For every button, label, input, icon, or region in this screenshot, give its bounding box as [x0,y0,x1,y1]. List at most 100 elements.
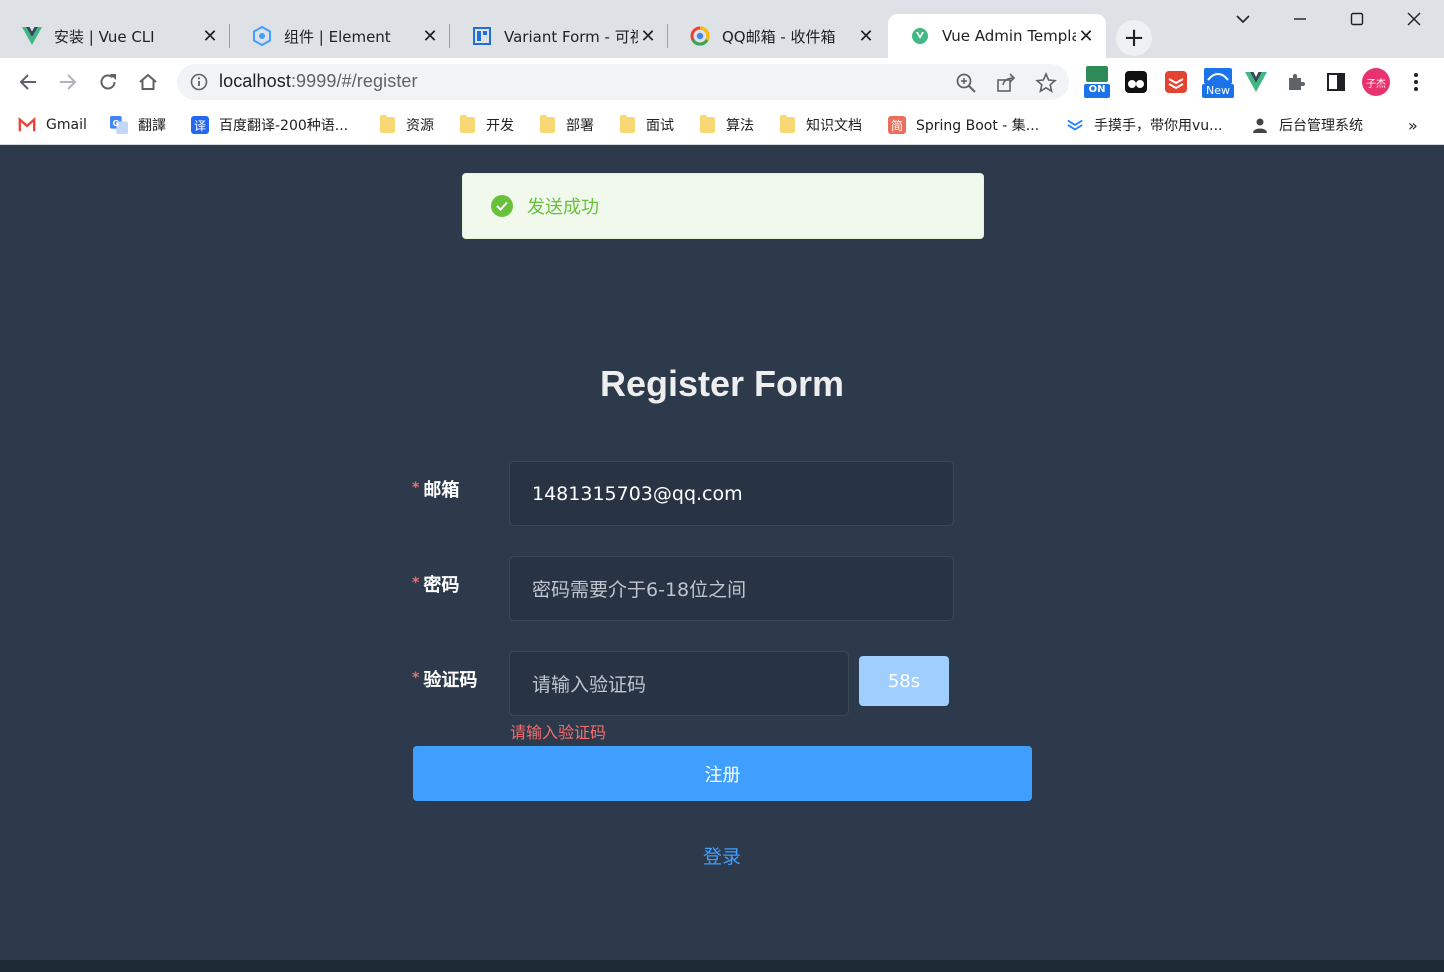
register-page: 发送成功 Register Form * 邮箱 1481315703@qq.com… [0,145,1444,972]
bookmark-folder-dev[interactable]: 开发 [458,112,514,138]
required-mark: * [412,670,420,686]
code-label-text: 验证码 [423,670,478,691]
vue-devtools-icon[interactable] [1244,70,1268,94]
window-close-icon[interactable] [1399,4,1429,34]
site-info-icon[interactable] [189,72,209,92]
code-placeholder: 请输入验证码 [532,674,647,696]
svg-text:G: G [113,118,120,128]
tab-search-chevron-icon[interactable] [1228,4,1258,34]
send-code-countdown-button[interactable]: 58s [859,656,949,706]
tab-title: Vue Admin Templat [942,27,1076,45]
person-icon [1251,116,1269,134]
close-tab-icon[interactable]: ✕ [856,26,876,47]
vue-logo-icon [22,26,42,46]
bookmark-translate[interactable]: G 翻譯 [110,112,166,138]
forward-arrow-icon[interactable] [52,66,84,98]
close-tab-icon[interactable]: ✕ [1076,26,1096,47]
bookmark-label: 手摸手，带你用vu... [1094,118,1223,134]
qq-mail-icon [690,26,710,46]
required-mark: * [412,480,420,496]
extension-new-icon[interactable]: New [1202,68,1234,98]
close-tab-icon[interactable]: ✕ [420,26,440,47]
google-translate-icon: G [110,116,128,134]
bookmark-folder-docs[interactable]: 知识文档 [778,112,862,138]
folder-icon [778,115,796,134]
browser-chrome: 安装 | Vue CLI ✕ 组件 | Element ✕ Variant Fo… [0,0,1444,145]
page-title: Register Form [599,363,845,404]
tab-vue-admin[interactable]: Vue Admin Templat ✕ [888,14,1106,58]
bookmark-baidu-translate[interactable]: 译 百度翻译-200种语... [191,112,348,138]
code-label: * 验证码 [412,666,477,692]
bookmarks-bar: Gmail G 翻譯 译 百度翻译-200种语... 资源 开发 部署 面试 算… [0,106,1444,145]
tab-title: Variant Form - 可视 [504,27,638,46]
required-mark: * [412,575,420,591]
bookmark-folder-resources[interactable]: 资源 [378,112,434,138]
bookmark-label: Gmail [46,117,87,133]
toast-message: 发送成功 [527,197,599,218]
bookmark-folder-interview[interactable]: 面试 [618,112,674,138]
element-logo-icon [252,26,272,46]
password-field[interactable]: 密码需要介于6-18位之间 [509,556,954,621]
folder-icon [538,115,556,134]
extensions-puzzle-icon[interactable] [1284,70,1308,94]
kebab-menu-icon[interactable] [1404,70,1428,94]
bookmark-label: 百度翻译-200种语... [219,118,349,134]
bookmark-folder-algorithm[interactable]: 算法 [698,112,754,138]
bookmark-spring-boot[interactable]: 简 Spring Boot - 集... [888,112,1039,138]
bookmark-label: 开发 [486,118,514,134]
new-tab-button[interactable]: + [1116,20,1152,56]
bookmark-label: 知识文档 [806,118,862,134]
layers-icon [1066,116,1084,134]
bookmark-label: 后台管理系统 [1279,118,1363,134]
tab-strip: 安装 | Vue CLI ✕ 组件 | Element ✕ Variant Fo… [0,0,1444,58]
close-tab-icon[interactable]: ✕ [200,26,220,47]
reload-icon[interactable] [92,66,124,98]
password-label: * 密码 [412,571,459,597]
tab-variant-form[interactable]: Variant Form - 可视 ✕ [450,14,668,58]
maximize-icon[interactable] [1342,4,1372,34]
bookmark-label: 资源 [406,118,434,134]
tab-qq-mail[interactable]: QQ邮箱 - 收件箱 ✕ [668,14,886,58]
email-label: * 邮箱 [412,476,459,502]
bookmark-folder-deploy[interactable]: 部署 [538,112,594,138]
more-bookmarks-chevron-icon[interactable]: » [1408,112,1418,138]
password-label-text: 密码 [423,575,460,596]
folder-icon [378,115,396,134]
minimize-icon[interactable] [1285,4,1315,34]
tampermonkey-icon[interactable] [1124,70,1148,94]
address-bar[interactable]: localhost:9999/#/register [177,64,1069,100]
bookmark-label: 面试 [646,118,674,134]
tab-element[interactable]: 组件 | Element ✕ [230,14,450,58]
todoist-icon[interactable] [1164,70,1188,94]
bookmark-label: 算法 [726,118,754,134]
zoom-icon[interactable] [955,72,977,94]
register-button[interactable]: 注册 [413,746,1032,801]
bookmark-label: 部署 [566,118,594,134]
bookmark-star-icon[interactable] [1035,71,1057,94]
share-icon[interactable] [995,72,1017,94]
bookmark-admin-system[interactable]: 后台管理系统 [1251,112,1363,138]
url-path: :9999/#/register [290,71,418,91]
extension-on-icon[interactable]: ON [1084,66,1110,98]
verification-code-field[interactable]: 请输入验证码 [509,651,849,716]
side-panel-icon[interactable] [1324,70,1348,94]
success-check-icon [491,195,513,217]
close-tab-icon[interactable]: ✕ [638,26,658,47]
home-icon[interactable] [132,66,164,98]
login-link-text[interactable]: 登录 [703,846,741,868]
url-host: localhost [219,71,291,91]
vue-circle-icon [910,26,930,46]
email-label-text: 邮箱 [423,480,460,501]
email-field[interactable]: 1481315703@qq.com [509,461,954,526]
password-placeholder: 密码需要介于6-18位之间 [532,579,747,601]
tab-title: 组件 | Element [284,27,391,46]
bookmark-gmail[interactable]: Gmail [18,112,87,138]
back-arrow-icon[interactable] [12,66,44,98]
variant-form-icon [472,26,492,46]
profile-avatar[interactable]: 子杰 [1362,68,1390,96]
bookmark-vue-guide[interactable]: 手摸手，带你用vu... [1066,112,1223,138]
gmail-icon [18,116,36,134]
folder-icon [458,115,476,134]
folder-icon [698,115,716,134]
tab-vue-cli[interactable]: 安装 | Vue CLI ✕ [0,14,230,58]
